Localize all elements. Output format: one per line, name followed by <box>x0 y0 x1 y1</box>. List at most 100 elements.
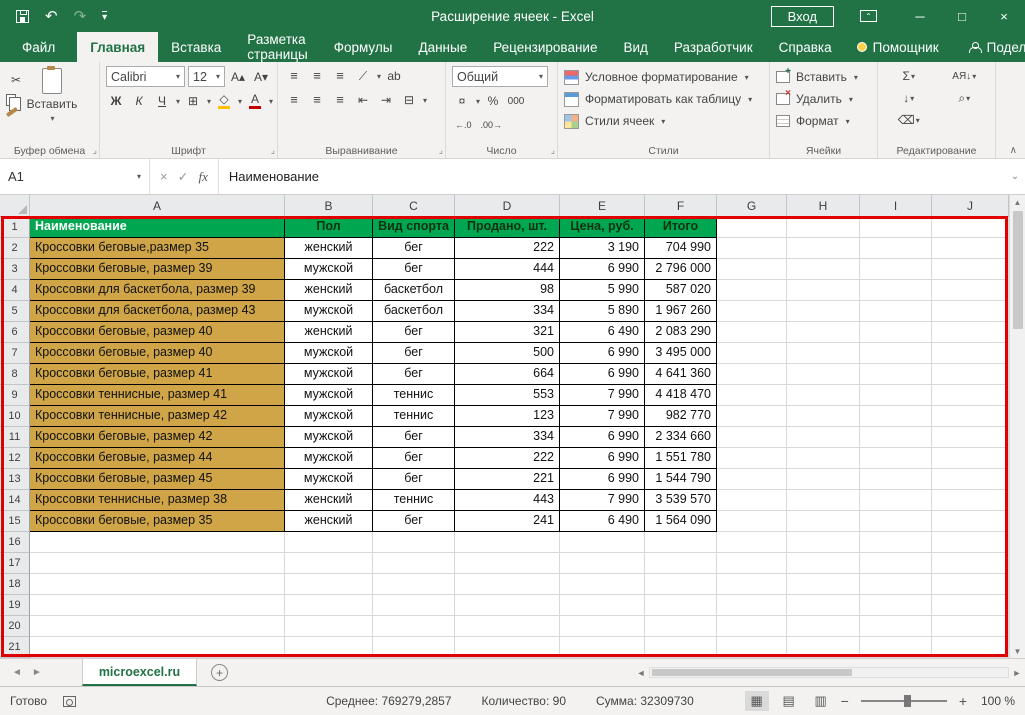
cell-F17[interactable] <box>645 553 717 574</box>
confirm-entry-icon[interactable]: ✓ <box>178 169 189 185</box>
cell-A5[interactable]: Кроссовки для баскетбола, размер 43 <box>30 301 285 322</box>
borders-caret-icon[interactable]: ▾ <box>207 97 211 106</box>
cell-H2[interactable] <box>787 238 860 259</box>
cell-B5[interactable]: мужской <box>285 301 373 322</box>
orientation-icon[interactable]: ⟋ <box>353 66 373 86</box>
page-layout-view-icon[interactable]: ▤ <box>777 691 801 711</box>
increase-indent-icon[interactable]: ⇥ <box>376 90 396 110</box>
close-button[interactable]: × <box>983 0 1025 32</box>
row-header-14[interactable]: 14 <box>0 490 30 511</box>
row-header-21[interactable]: 21 <box>0 637 30 658</box>
horizontal-scroll-track[interactable] <box>649 667 1009 678</box>
format-as-table-button[interactable]: Форматировать как таблицу ▾ <box>564 88 763 110</box>
cell-F10[interactable]: 982 770 <box>645 406 717 427</box>
cell-B2[interactable]: женский <box>285 238 373 259</box>
cell-A8[interactable]: Кроссовки беговые, размер 41 <box>30 364 285 385</box>
cell-G13[interactable] <box>717 469 787 490</box>
paste-button[interactable]: Вставить ▾ <box>26 66 78 142</box>
vertical-scrollbar[interactable]: ▲ ▼ <box>1009 195 1025 658</box>
column-header-E[interactable]: E <box>560 195 645 217</box>
cell-C19[interactable] <box>373 595 455 616</box>
cell-J9[interactable] <box>932 385 1009 406</box>
tab-данные[interactable]: Данные <box>405 32 480 62</box>
cell-C16[interactable] <box>373 532 455 553</box>
cell-B6[interactable]: женский <box>285 322 373 343</box>
cell-B16[interactable] <box>285 532 373 553</box>
cell-G6[interactable] <box>717 322 787 343</box>
cell-D9[interactable]: 553 <box>455 385 560 406</box>
prev-sheet-icon[interactable]: ◄ <box>12 667 22 678</box>
cell-D7[interactable]: 500 <box>455 343 560 364</box>
cell-C7[interactable]: бег <box>373 343 455 364</box>
next-sheet-icon[interactable]: ► <box>32 667 42 678</box>
cell-H1[interactable] <box>787 217 860 238</box>
cell-H5[interactable] <box>787 301 860 322</box>
wrap-text-icon[interactable]: ab <box>384 66 404 86</box>
cell-I3[interactable] <box>860 259 932 280</box>
cell-H20[interactable] <box>787 616 860 637</box>
cell-C8[interactable]: бег <box>373 364 455 385</box>
cell-F19[interactable] <box>645 595 717 616</box>
cell-J4[interactable] <box>932 280 1009 301</box>
cell-E15[interactable]: 6 490 <box>560 511 645 532</box>
cell-A4[interactable]: Кроссовки для баскетбола, размер 39 <box>30 280 285 301</box>
cell-H13[interactable] <box>787 469 860 490</box>
cell-I7[interactable] <box>860 343 932 364</box>
row-header-17[interactable]: 17 <box>0 553 30 574</box>
cell-B1[interactable]: Пол <box>285 217 373 238</box>
cell-A20[interactable] <box>30 616 285 637</box>
cell-D17[interactable] <box>455 553 560 574</box>
row-header-2[interactable]: 2 <box>0 238 30 259</box>
cell-E7[interactable]: 6 990 <box>560 343 645 364</box>
row-header-6[interactable]: 6 <box>0 322 30 343</box>
column-header-J[interactable]: J <box>932 195 1009 217</box>
cell-C2[interactable]: бег <box>373 238 455 259</box>
cell-A9[interactable]: Кроссовки теннисные, размер 41 <box>30 385 285 406</box>
cell-C13[interactable]: бег <box>373 469 455 490</box>
cell-B10[interactable]: мужской <box>285 406 373 427</box>
cell-D10[interactable]: 123 <box>455 406 560 427</box>
cell-F12[interactable]: 1 551 780 <box>645 448 717 469</box>
cell-I14[interactable] <box>860 490 932 511</box>
normal-view-icon[interactable]: ▦ <box>745 691 769 711</box>
cell-J13[interactable] <box>932 469 1009 490</box>
cell-B11[interactable]: мужской <box>285 427 373 448</box>
cell-E9[interactable]: 7 990 <box>560 385 645 406</box>
find-select-button[interactable]: ⌕▾ <box>940 88 990 108</box>
cell-D3[interactable]: 444 <box>455 259 560 280</box>
cell-F13[interactable]: 1 544 790 <box>645 469 717 490</box>
cell-I13[interactable] <box>860 469 932 490</box>
cell-A15[interactable]: Кроссовки беговые, размер 35 <box>30 511 285 532</box>
add-sheet-icon[interactable]: + <box>211 664 228 681</box>
row-header-1[interactable]: 1 <box>0 217 30 238</box>
cell-F6[interactable]: 2 083 290 <box>645 322 717 343</box>
cell-I17[interactable] <box>860 553 932 574</box>
align-right-icon[interactable]: ≡ <box>330 90 350 110</box>
ribbon-display-options-icon[interactable]: ⌃ <box>860 10 877 22</box>
cell-B9[interactable]: мужской <box>285 385 373 406</box>
tab-рецензирование[interactable]: Рецензирование <box>480 32 610 62</box>
cell-E6[interactable]: 6 490 <box>560 322 645 343</box>
cell-F16[interactable] <box>645 532 717 553</box>
cell-J15[interactable] <box>932 511 1009 532</box>
select-all-corner[interactable] <box>0 195 30 217</box>
column-header-B[interactable]: B <box>285 195 373 217</box>
cell-B4[interactable]: женский <box>285 280 373 301</box>
italic-button[interactable]: К <box>129 91 149 111</box>
cell-I11[interactable] <box>860 427 932 448</box>
cell-A21[interactable] <box>30 637 285 658</box>
row-header-3[interactable]: 3 <box>0 259 30 280</box>
tab-справка[interactable]: Справка <box>766 32 845 62</box>
cell-J20[interactable] <box>932 616 1009 637</box>
row-header-18[interactable]: 18 <box>0 574 30 595</box>
cell-I4[interactable] <box>860 280 932 301</box>
scroll-left-icon[interactable]: ◄ <box>633 668 649 678</box>
column-header-H[interactable]: H <box>787 195 860 217</box>
cell-A10[interactable]: Кроссовки теннисные, размер 42 <box>30 406 285 427</box>
cell-A6[interactable]: Кроссовки беговые, размер 40 <box>30 322 285 343</box>
cell-D2[interactable]: 222 <box>455 238 560 259</box>
accounting-format-icon[interactable]: ¤ <box>452 91 472 111</box>
cell-B13[interactable]: мужской <box>285 469 373 490</box>
font-color-icon[interactable]: А <box>245 91 265 111</box>
format-cells-button[interactable]: Формат ▾ <box>776 110 871 132</box>
